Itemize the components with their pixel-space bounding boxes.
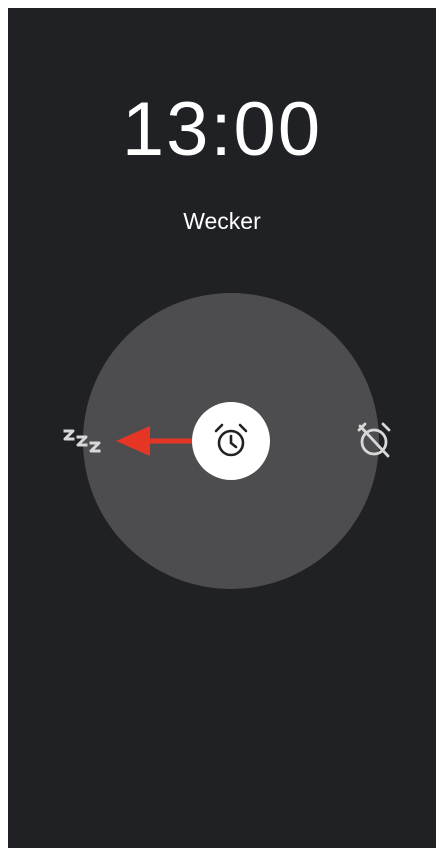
alarm-off-icon[interactable] xyxy=(354,420,394,460)
alarm-screen: 13:00 Wecker xyxy=(8,8,436,848)
alarm-label: Wecker xyxy=(183,208,261,234)
snooze-icon[interactable] xyxy=(62,422,112,462)
alarm-clock-icon xyxy=(214,423,248,457)
alarm-time: 13:00 xyxy=(121,87,323,172)
alarm-drag-handle[interactable] xyxy=(192,402,270,480)
